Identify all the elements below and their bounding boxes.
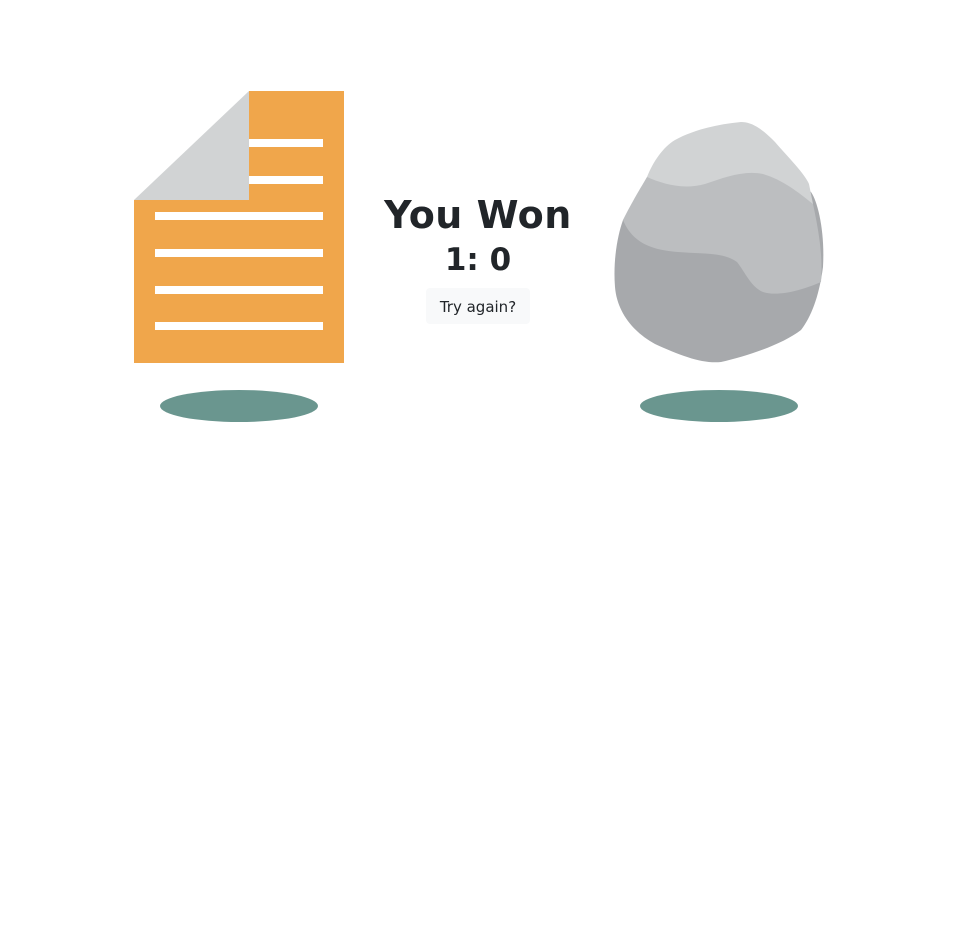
computer-hand-shadow	[640, 390, 798, 422]
player-hand-shadow	[160, 390, 318, 422]
score-display: 1: 0	[444, 242, 512, 278]
result-panel: You Won 1: 0 Try again?	[378, 192, 578, 324]
paper-icon	[134, 91, 344, 363]
computer-hand-rock	[613, 122, 825, 364]
rock-icon	[614, 122, 824, 363]
try-again-button[interactable]: Try again?	[425, 288, 531, 324]
result-title: You Won	[384, 193, 572, 237]
player-hand-paper	[134, 91, 344, 363]
game-stage: You Won 1: 0 Try again?	[0, 0, 957, 950]
